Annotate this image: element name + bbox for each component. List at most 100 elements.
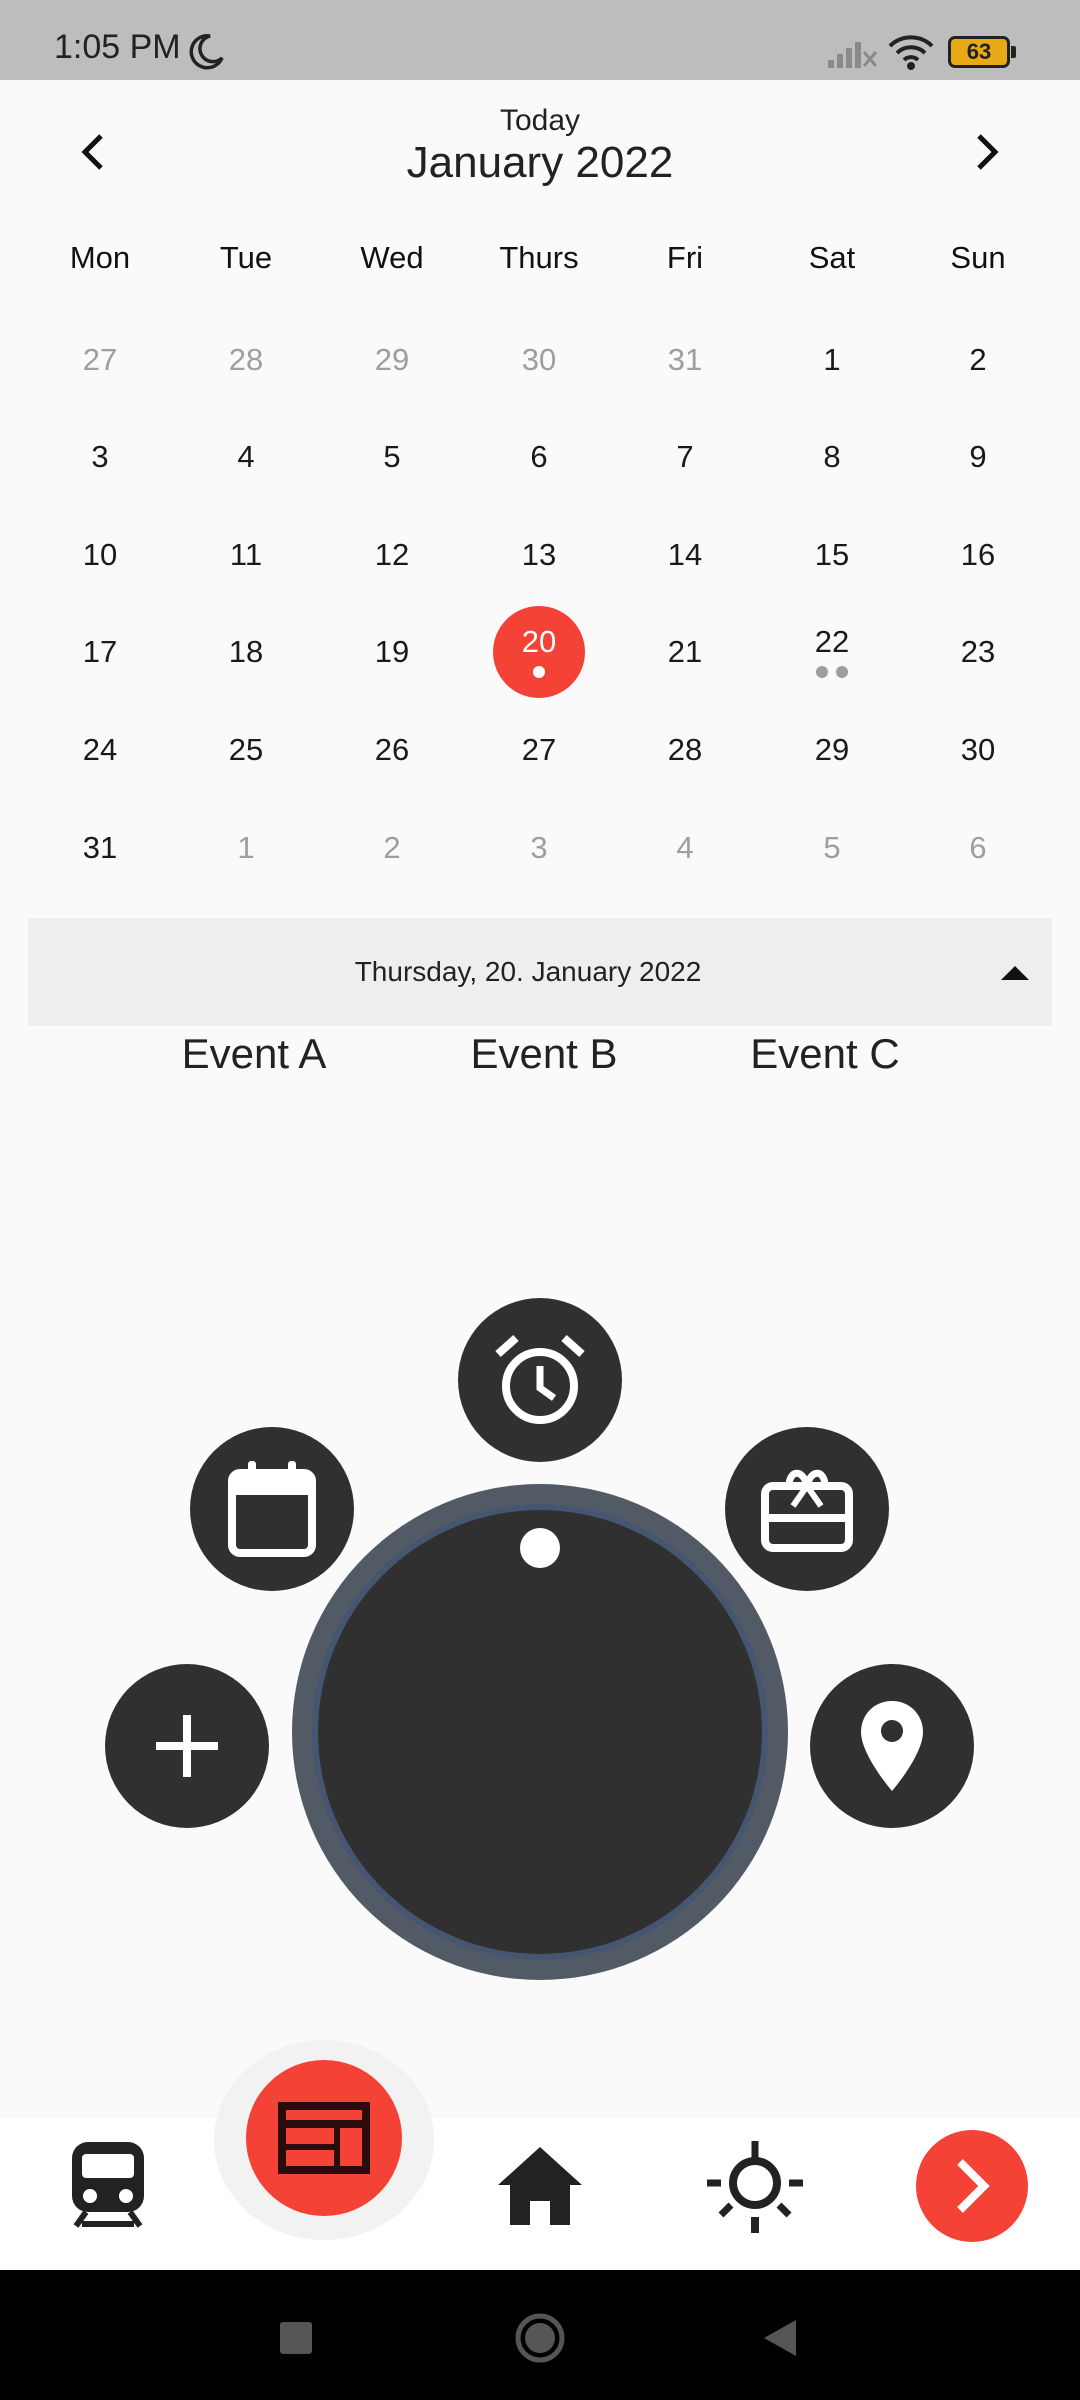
event-item[interactable]: Event B [434,1030,654,1078]
calendar-day[interactable]: 28 [176,310,316,408]
calendar-day[interactable]: 1 [176,798,316,896]
calendar-day[interactable]: 3 [469,798,609,896]
chevron-right-icon [977,134,999,170]
train-icon [72,2142,144,2228]
calendar-day[interactable]: 21 [615,602,755,700]
weekday-label: Sat [808,240,856,275]
weekday-label: Wed [360,240,424,275]
event-item[interactable]: Event A [144,1030,364,1078]
alarm-button[interactable] [458,1298,622,1462]
calendar-day[interactable]: 10 [30,505,170,603]
event-dots [762,666,902,678]
calendar-day[interactable]: 4 [176,407,316,505]
calendar-day[interactable]: 29 [322,310,462,408]
lightbulb-icon [707,2141,803,2233]
nav-item-train[interactable] [62,2134,154,2234]
nav-item-dashboard[interactable] [246,2060,402,2216]
gift-card-button[interactable] [725,1427,889,1591]
weekday-header: Mon Tue Wed Thurs Fri Sat Sun [0,240,1080,284]
calendar-day[interactable]: 14 [615,505,755,603]
forward-arrow-icon [957,2159,990,2213]
add-button[interactable] [105,1664,269,1828]
forward-button[interactable] [916,2130,1028,2242]
calendar-day[interactable]: 29 [762,700,902,798]
signal-icon [828,42,878,68]
status-time: 1:05 PM [54,28,181,66]
weekday-label: Thurs [499,240,579,275]
today-button[interactable]: Today [0,104,1080,138]
calendar-day[interactable]: 27 [469,700,609,798]
calendar-day[interactable]: 13 [469,505,609,603]
calendar-day[interactable]: 18 [176,602,316,700]
home-system-button[interactable] [512,2310,568,2366]
calendar-day[interactable]: 31 [30,798,170,896]
add-icon [156,1715,218,1777]
back-triangle-icon [764,2320,796,2356]
selected-date-bar[interactable]: Thursday, 20. January 2022 [28,918,1052,1026]
calendar-header: Today January 2022 [0,80,1080,210]
calendar-day[interactable]: 26 [322,700,462,798]
calendar-day[interactable]: 30 [469,310,609,408]
event-dot [533,666,545,678]
calendar-day[interactable]: 17 [30,602,170,700]
battery-level: 63 [966,39,992,64]
calendar-icon [228,1461,316,1557]
calendar-day[interactable]: 6 [908,798,1048,896]
back-button[interactable] [752,2310,808,2366]
square-icon [280,2322,312,2354]
moon-icon [189,34,224,70]
calendar-day[interactable]: 12 [322,505,462,603]
nav-item-light[interactable] [700,2132,810,2238]
gift-card-icon [761,1469,853,1552]
menu-dial[interactable] [318,1510,762,1954]
calendar-day[interactable]: 11 [176,505,316,603]
alarm-icon [495,1335,585,1424]
calendar-day[interactable]: 30 [908,700,1048,798]
nav-item-home[interactable] [492,2140,588,2230]
dashboard-icon [278,2102,370,2174]
events-list: Event A Event B Event C [0,1030,1080,1090]
circle-icon [515,2313,565,2363]
calendar-day[interactable]: 1 [762,310,902,408]
calendar-day[interactable]: 5 [322,407,462,505]
weekday-label: Sun [950,240,1006,275]
calendar-day[interactable]: 4 [615,798,755,896]
calendar-day[interactable]: 23 [908,602,1048,700]
calendar-day[interactable]: 2 [908,310,1048,408]
calendar-grid: 27 28 29 30 31 1 2 3 4 5 6 7 8 9 10 11 1… [0,310,1080,890]
weekday-label: Mon [69,240,131,275]
calendar-day[interactable]: 15 [762,505,902,603]
location-pin-icon [861,1701,923,1791]
month-title: January 2022 [406,138,674,187]
recents-button[interactable] [268,2310,324,2366]
dial-indicator[interactable] [520,1528,560,1568]
home-icon [498,2147,582,2225]
selected-date-label: Thursday, 20. January 2022 [354,956,702,987]
weekday-label: Fri [666,240,704,275]
calendar-day-with-events[interactable]: 22 [762,602,902,700]
calendar-day[interactable]: 31 [615,310,755,408]
calendar-day[interactable]: 16 [908,505,1048,603]
calendar-day[interactable]: 19 [322,602,462,700]
selected-day[interactable]: 20 [469,602,609,700]
calendar-day[interactable]: 9 [908,407,1048,505]
calendar-day[interactable]: 25 [176,700,316,798]
collapse-arrow-icon[interactable] [998,958,1032,986]
calendar-button[interactable] [190,1427,354,1591]
status-bar: 1:05 PM 63 [0,0,1080,80]
next-month-button[interactable] [966,120,1010,184]
wifi-icon [888,35,934,70]
calendar-day[interactable]: 6 [469,407,609,505]
event-item[interactable]: Event C [715,1030,935,1078]
system-navigation [0,2270,1080,2400]
calendar-day[interactable]: 8 [762,407,902,505]
location-button[interactable] [810,1664,974,1828]
calendar-day[interactable]: 28 [615,700,755,798]
calendar-day[interactable]: 27 [30,310,170,408]
calendar-day[interactable]: 24 [30,700,170,798]
calendar-day[interactable]: 2 [322,798,462,896]
calendar-day[interactable]: 5 [762,798,902,896]
weekday-label: Tue [219,240,273,275]
calendar-day[interactable]: 3 [30,407,170,505]
calendar-day[interactable]: 7 [615,407,755,505]
